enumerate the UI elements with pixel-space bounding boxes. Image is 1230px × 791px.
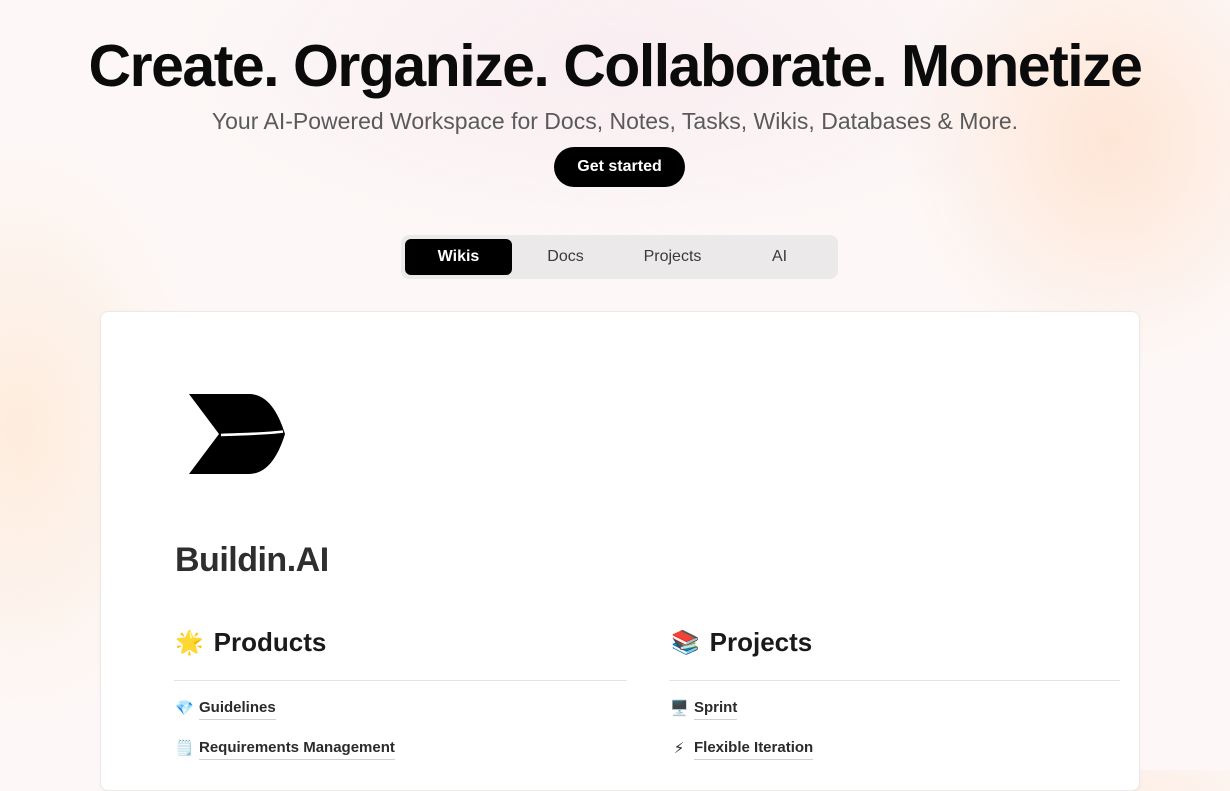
workspace-title: Buildin.AI: [175, 541, 329, 579]
projects-heading-label: Projects: [709, 627, 813, 657]
flexible-iteration-link[interactable]: Flexible Iteration: [694, 738, 814, 760]
products-heading-label: Products: [213, 627, 327, 657]
tab-ai[interactable]: AI: [726, 239, 833, 275]
hero-title: Create. Organize. Collaborate. Monetize: [88, 33, 1143, 99]
projects-heading: 📚 Projects: [671, 624, 812, 660]
tab-wikis[interactable]: Wikis: [405, 239, 512, 275]
list-item-guidelines[interactable]: 💎 Guidelines: [175, 698, 276, 720]
star-icon: 🌟: [175, 628, 204, 655]
buildin-logo-icon: [189, 394, 285, 474]
tab-docs[interactable]: Docs: [512, 239, 619, 275]
projects-divider: [669, 680, 1120, 681]
wiki-preview-card: Buildin.AI 🌟 Products 💎 Guidelines 🗒️ Re…: [100, 311, 1140, 791]
hero-subtitle: Your AI-Powered Workspace for Docs, Note…: [211, 108, 1019, 134]
guidelines-link[interactable]: Guidelines: [199, 698, 276, 720]
gem-icon: 💎: [175, 700, 194, 717]
feature-tabs: Wikis Docs Projects AI: [401, 235, 838, 279]
desktop-computer-icon: 🖥️: [670, 700, 689, 717]
list-item-requirements-management[interactable]: 🗒️ Requirements Management: [175, 738, 395, 760]
books-icon: 📚: [671, 628, 700, 655]
list-item-sprint[interactable]: 🖥️ Sprint: [670, 698, 738, 720]
notepad-icon: 🗒️: [175, 740, 194, 757]
lightning-icon: ⚡: [673, 740, 685, 757]
list-item-flexible-iteration[interactable]: ⚡ Flexible Iteration: [670, 738, 814, 760]
requirements-management-link[interactable]: Requirements Management: [199, 738, 395, 760]
get-started-button[interactable]: Get started: [554, 147, 685, 187]
sprint-link[interactable]: Sprint: [694, 698, 738, 720]
tab-projects[interactable]: Projects: [619, 239, 726, 275]
products-heading: 🌟 Products: [175, 624, 326, 660]
products-divider: [174, 680, 627, 681]
